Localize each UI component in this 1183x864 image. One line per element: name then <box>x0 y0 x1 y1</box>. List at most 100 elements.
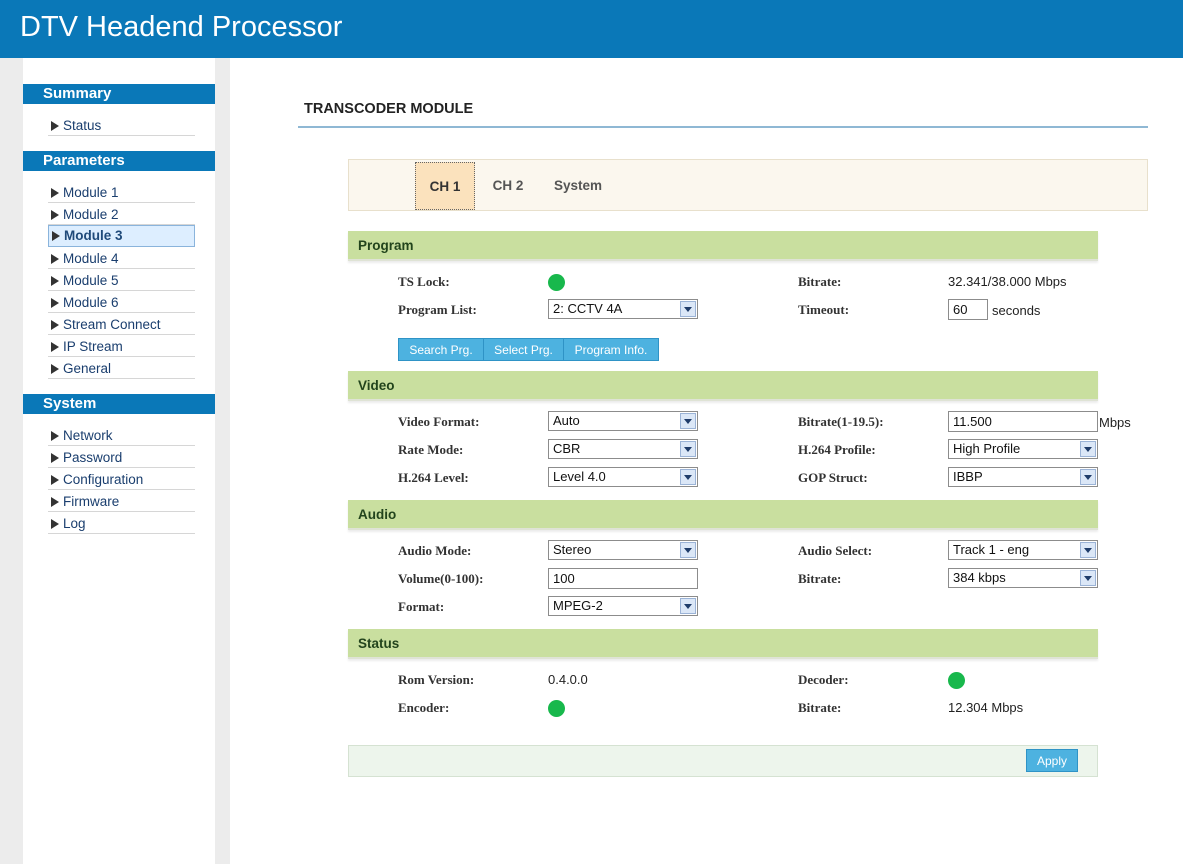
volume-input[interactable]: 100 <box>548 568 698 589</box>
audio-bitrate-label: Bitrate: <box>798 571 842 586</box>
rom-version-value: 0.4.0.0 <box>548 672 588 687</box>
sidebar-heading-parameters: Parameters <box>23 151 215 171</box>
audio-mode-label: Audio Mode: <box>398 543 472 558</box>
triangle-right-icon <box>51 254 59 264</box>
timeout-unit: seconds <box>992 303 1041 318</box>
sidebar-item-module-3[interactable]: Module 3 <box>48 225 195 247</box>
section-program: Program <box>348 231 1098 261</box>
h264-profile-select[interactable]: High Profile <box>948 439 1098 459</box>
sidebar-item-label: Module 4 <box>63 251 119 266</box>
gop-struct-select[interactable]: IBBP <box>948 467 1098 487</box>
search-program-button[interactable]: Search Prg. <box>398 338 484 361</box>
section-audio: Audio <box>348 500 1098 530</box>
video-bitrate-input[interactable]: 11.500 <box>948 411 1098 432</box>
sidebar-item-status[interactable]: Status <box>48 116 195 136</box>
sidebar-item-log[interactable]: Log <box>48 514 195 534</box>
section-status: Status <box>348 629 1098 659</box>
chevron-down-icon <box>1080 469 1096 485</box>
sidebar-item-label: IP Stream <box>63 339 123 354</box>
app-title: DTV Headend Processor <box>20 11 343 43</box>
sidebar-heading-system: System <box>23 394 215 414</box>
video-bitrate-label: Bitrate(1-19.5): <box>798 414 884 429</box>
h264-profile-label: H.264 Profile: <box>798 442 876 457</box>
sidebar-item-label: Module 3 <box>64 228 123 243</box>
sidebar-item-module-2[interactable]: Module 2 <box>48 205 195 225</box>
tab-ch2[interactable]: CH 2 <box>483 162 533 210</box>
rate-mode-select[interactable]: CBR <box>548 439 698 459</box>
program-bitrate-value: 32.341/38.000 Mbps <box>948 274 1067 289</box>
video-format-select[interactable]: Auto <box>548 411 698 431</box>
chevron-down-icon <box>680 598 696 614</box>
sidebar-item-firmware[interactable]: Firmware <box>48 492 195 512</box>
sidebar-item-label: Password <box>63 450 123 465</box>
decoder-label: Decoder: <box>798 672 849 687</box>
video-bitrate-unit: Mbps <box>1099 415 1131 430</box>
encoder-indicator <box>548 700 565 717</box>
program-list-select[interactable]: 2: CCTV 4A <box>548 299 698 319</box>
audio-format-value: MPEG-2 <box>553 598 603 613</box>
h264-level-select[interactable]: Level 4.0 <box>548 467 698 487</box>
h264-profile-value: High Profile <box>953 441 1021 456</box>
sidebar-item-network[interactable]: Network <box>48 426 195 446</box>
timeout-input[interactable]: 60 <box>948 299 988 320</box>
volume-label: Volume(0-100): <box>398 571 484 586</box>
sidebar-divider <box>215 58 230 864</box>
sidebar-item-label: Network <box>63 428 113 443</box>
sidebar: Summary Status Parameters Module 1 Modul… <box>23 58 215 864</box>
triangle-right-icon <box>51 431 59 441</box>
status-bitrate-label: Bitrate: <box>798 700 842 715</box>
tab-system[interactable]: System <box>545 162 611 210</box>
encoder-label: Encoder: <box>398 700 450 715</box>
sidebar-item-configuration[interactable]: Configuration <box>48 470 195 490</box>
channel-tabs: CH 1 CH 2 System <box>348 159 1148 211</box>
sidebar-item-label: Configuration <box>63 472 144 487</box>
sidebar-item-password[interactable]: Password <box>48 448 195 468</box>
sidebar-item-label: General <box>63 361 112 376</box>
sidebar-item-module-5[interactable]: Module 5 <box>48 271 195 291</box>
title-divider <box>298 126 1148 128</box>
audio-mode-select[interactable]: Stereo <box>548 540 698 560</box>
triangle-right-icon <box>51 519 59 529</box>
audio-format-select[interactable]: MPEG-2 <box>548 596 698 616</box>
triangle-right-icon <box>51 298 59 308</box>
rom-version-label: Rom Version: <box>398 672 475 687</box>
status-bitrate-value: 12.304 Mbps <box>948 700 1024 715</box>
sidebar-item-stream-connect[interactable]: Stream Connect <box>48 315 195 335</box>
audio-select-select[interactable]: Track 1 - eng <box>948 540 1098 560</box>
decoder-indicator <box>948 672 965 689</box>
page-title: TRANSCODER MODULE <box>304 101 474 117</box>
audio-bitrate-value: 384 kbps <box>953 570 1006 585</box>
h264-level-label: H.264 Level: <box>398 470 469 485</box>
program-list-value: 2: CCTV 4A <box>553 301 623 316</box>
triangle-right-icon <box>51 188 59 198</box>
apply-button[interactable]: Apply <box>1026 749 1078 772</box>
sidebar-item-label: Module 1 <box>63 185 119 200</box>
ts-lock-label: TS Lock: <box>398 274 450 289</box>
video-format-value: Auto <box>553 413 580 428</box>
audio-mode-value: Stereo <box>553 542 592 557</box>
select-program-button[interactable]: Select Prg. <box>483 338 564 361</box>
triangle-right-icon <box>51 342 59 352</box>
app-header: DTV Headend Processor <box>0 0 1183 58</box>
video-format-label: Video Format: <box>398 414 480 429</box>
program-info-button[interactable]: Program Info. <box>563 338 659 361</box>
sidebar-item-module-4[interactable]: Module 4 <box>48 249 195 269</box>
sidebar-item-ip-stream[interactable]: IP Stream <box>48 337 195 357</box>
sidebar-heading-summary: Summary <box>23 84 215 104</box>
chevron-down-icon <box>680 441 696 457</box>
left-gutter <box>0 58 23 864</box>
triangle-right-icon <box>51 320 59 330</box>
tab-ch1[interactable]: CH 1 <box>415 162 475 210</box>
triangle-right-icon <box>51 497 59 507</box>
sidebar-item-label: Module 6 <box>63 295 119 310</box>
triangle-right-icon <box>51 453 59 463</box>
chevron-down-icon <box>680 301 696 317</box>
sidebar-item-general[interactable]: General <box>48 359 195 379</box>
audio-bitrate-select[interactable]: 384 kbps <box>948 568 1098 588</box>
sidebar-item-module-6[interactable]: Module 6 <box>48 293 195 313</box>
rate-mode-label: Rate Mode: <box>398 442 464 457</box>
chevron-down-icon <box>680 469 696 485</box>
sidebar-item-module-1[interactable]: Module 1 <box>48 183 195 203</box>
sidebar-item-label: Log <box>63 516 86 531</box>
audio-select-value: Track 1 - eng <box>953 542 1030 557</box>
